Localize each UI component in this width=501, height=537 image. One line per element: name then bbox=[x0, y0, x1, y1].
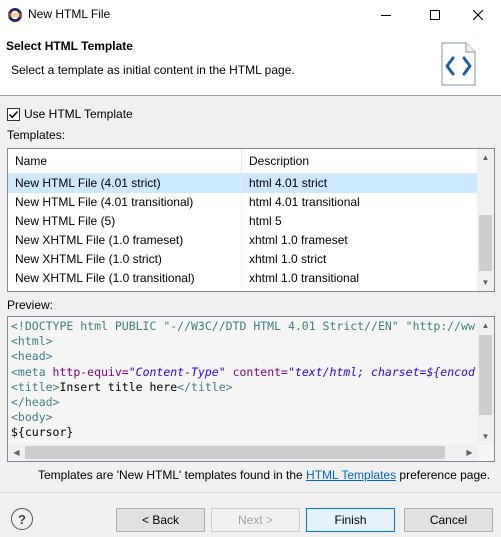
template-description: html 4.01 strict bbox=[249, 176, 328, 190]
code-attr: content= bbox=[225, 364, 288, 379]
code-value: "text/html; charset=${encod bbox=[287, 364, 475, 379]
info-suffix: preference page. bbox=[396, 468, 491, 482]
template-name: New HTML File (4.01 transitional) bbox=[8, 193, 242, 212]
template-description: html 5 bbox=[249, 214, 282, 228]
code-text: Insert title here bbox=[59, 379, 178, 394]
title-bar: New HTML File bbox=[0, 0, 501, 30]
use-template-label: Use HTML Template bbox=[24, 107, 133, 121]
html-templates-link[interactable]: HTML Templates bbox=[306, 468, 396, 482]
code-tag: <title> bbox=[11, 379, 60, 394]
code-line: <head> bbox=[11, 349, 53, 364]
preview-horizontal-scrollbar[interactable]: ◀ ▶ bbox=[8, 444, 478, 461]
eclipse-icon bbox=[7, 7, 23, 23]
template-description: xhtml 1.0 strict bbox=[249, 252, 327, 266]
code-tag: </title> bbox=[177, 379, 233, 394]
separator bbox=[0, 492, 501, 493]
scrollbar-thumb[interactable] bbox=[479, 215, 492, 271]
code-tag: <meta bbox=[11, 364, 53, 379]
info-prefix: Templates are 'New HTML' templates found… bbox=[38, 468, 307, 482]
next-button[interactable]: Next > bbox=[211, 508, 300, 532]
code-line: <body> bbox=[11, 410, 53, 425]
code-doctype: <!DOCTYPE html PUBLIC "-//W3C//DTD HTML … bbox=[11, 319, 475, 333]
code-value: "Content-Type" bbox=[128, 364, 226, 379]
table-row[interactable]: New XHTML File (1.0 frameset) xhtml 1.0 … bbox=[8, 231, 478, 250]
back-button[interactable]: < Back bbox=[116, 508, 205, 532]
info-text: Templates are 'New HTML' templates found… bbox=[38, 468, 490, 482]
scroll-up-icon[interactable]: ▲ bbox=[477, 317, 494, 334]
table-body: New HTML File (4.01 strict) html 4.01 st… bbox=[8, 174, 478, 288]
template-description: html 4.01 transitional bbox=[249, 195, 360, 209]
checkbox-icon[interactable] bbox=[7, 107, 20, 121]
table-row[interactable]: New HTML File (4.01 transitional) html 4… bbox=[8, 193, 478, 212]
code-attr: http-equiv= bbox=[52, 364, 129, 379]
table-row[interactable]: New XHTML File (1.0 transitional) xhtml … bbox=[8, 269, 478, 288]
page-title: Select HTML Template bbox=[6, 39, 133, 53]
scrollbar-thumb[interactable] bbox=[25, 446, 445, 459]
template-name: New XHTML File (1.0 transitional) bbox=[8, 269, 242, 288]
html-file-icon bbox=[438, 41, 478, 87]
preview-code: <!DOCTYPE html PUBLIC "-//W3C//DTD HTML … bbox=[11, 319, 475, 441]
scroll-down-icon[interactable]: ▼ bbox=[477, 428, 494, 445]
close-button[interactable] bbox=[455, 0, 501, 30]
template-name: New XHTML File (1.0 frameset) bbox=[8, 231, 242, 250]
column-header-description[interactable]: Description bbox=[242, 149, 309, 173]
template-description: xhtml 1.0 transitional bbox=[249, 271, 360, 285]
use-template-checkbox[interactable]: Use HTML Template bbox=[7, 107, 133, 121]
scroll-up-icon[interactable]: ▲ bbox=[477, 149, 494, 166]
minimize-button[interactable] bbox=[363, 0, 409, 30]
code-line: ${cursor} bbox=[11, 425, 74, 440]
template-name: New XHTML File (1.0 strict) bbox=[8, 250, 242, 269]
template-name: New HTML File (5) bbox=[8, 212, 242, 231]
template-name: New HTML File (4.01 strict) bbox=[8, 174, 242, 193]
column-header-name[interactable]: Name bbox=[8, 149, 242, 173]
table-row[interactable]: New HTML File (5) html 5 bbox=[8, 212, 478, 231]
cancel-button[interactable]: Cancel bbox=[404, 508, 493, 532]
table-row[interactable]: New HTML File (4.01 strict) html 4.01 st… bbox=[8, 174, 478, 193]
code-line: <html> bbox=[11, 334, 53, 349]
finish-button[interactable]: Finish bbox=[306, 508, 395, 532]
help-icon: ? bbox=[18, 511, 26, 527]
table-row[interactable]: New XHTML File (1.0 strict) xhtml 1.0 st… bbox=[8, 250, 478, 269]
template-description: xhtml 1.0 frameset bbox=[249, 233, 348, 247]
table-header: Name Description bbox=[8, 149, 478, 174]
templates-table: Name Description New HTML File (4.01 str… bbox=[7, 148, 495, 292]
preview-label: Preview: bbox=[7, 298, 54, 312]
code-line: </head> bbox=[11, 395, 60, 410]
scroll-right-icon[interactable]: ▶ bbox=[461, 444, 478, 461]
preview-pane[interactable]: <!DOCTYPE html PUBLIC "-//W3C//DTD HTML … bbox=[7, 316, 495, 462]
maximize-button[interactable] bbox=[412, 0, 458, 30]
templates-label: Templates: bbox=[7, 128, 66, 142]
preview-vertical-scrollbar[interactable]: ▲ ▼ bbox=[477, 317, 494, 445]
templates-scrollbar[interactable]: ▲ ▼ bbox=[477, 149, 494, 291]
page-description: Select a template as initial content in … bbox=[11, 63, 295, 77]
scroll-down-icon[interactable]: ▼ bbox=[477, 274, 494, 291]
help-button[interactable]: ? bbox=[11, 508, 33, 530]
scrollbar-thumb[interactable] bbox=[479, 335, 492, 415]
window-title: New HTML File bbox=[28, 7, 111, 21]
wizard-banner: Select HTML Template Select a template a… bbox=[0, 30, 501, 96]
scroll-left-icon[interactable]: ◀ bbox=[8, 444, 25, 461]
